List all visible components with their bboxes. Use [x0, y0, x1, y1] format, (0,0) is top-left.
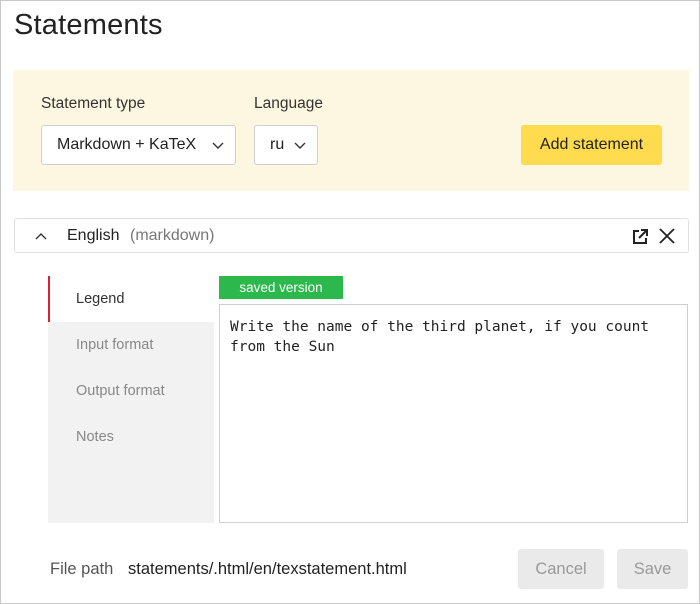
- add-statement-button[interactable]: Add statement: [521, 125, 662, 165]
- tab-legend[interactable]: Legend: [48, 276, 214, 322]
- file-path-value: statements/.html/en/texstatement.html: [128, 560, 407, 578]
- save-button[interactable]: Save: [617, 549, 688, 589]
- tab-output-format[interactable]: Output format: [48, 368, 214, 414]
- statements-window: Statements Statement type Markdown + KaT…: [0, 0, 700, 604]
- statement-type-select[interactable]: Markdown + KaTeX: [41, 125, 236, 165]
- tab-notes[interactable]: Notes: [48, 414, 214, 460]
- chevron-up-icon[interactable]: [34, 229, 48, 243]
- cancel-button[interactable]: Cancel: [518, 549, 604, 589]
- statement-format: (markdown): [130, 227, 215, 244]
- page-title: Statements: [14, 9, 163, 41]
- file-path-label: File path: [50, 560, 114, 578]
- close-icon[interactable]: [658, 227, 676, 245]
- chevron-down-icon: [212, 142, 224, 149]
- add-statement-panel: Statement type Markdown + KaTeX Language…: [13, 70, 689, 191]
- chevron-down-icon: [294, 142, 306, 149]
- statement-type-label: Statement type: [41, 95, 146, 112]
- saved-version-badge: saved version: [219, 276, 343, 299]
- language-label: Language: [254, 95, 323, 112]
- language-select[interactable]: ru: [254, 125, 318, 165]
- statement-editor[interactable]: Write the name of the third planet, if y…: [219, 304, 688, 523]
- language-value: ru: [270, 136, 285, 153]
- external-link-icon[interactable]: [631, 228, 649, 246]
- statement-type-value: Markdown + KaTeX: [57, 136, 197, 153]
- tab-input-format[interactable]: Input format: [48, 322, 214, 368]
- statement-section-tabs: Legend Input format Output format Notes: [48, 276, 214, 523]
- statement-language-header[interactable]: English (markdown): [14, 218, 689, 253]
- statement-language-name: English: [67, 227, 120, 244]
